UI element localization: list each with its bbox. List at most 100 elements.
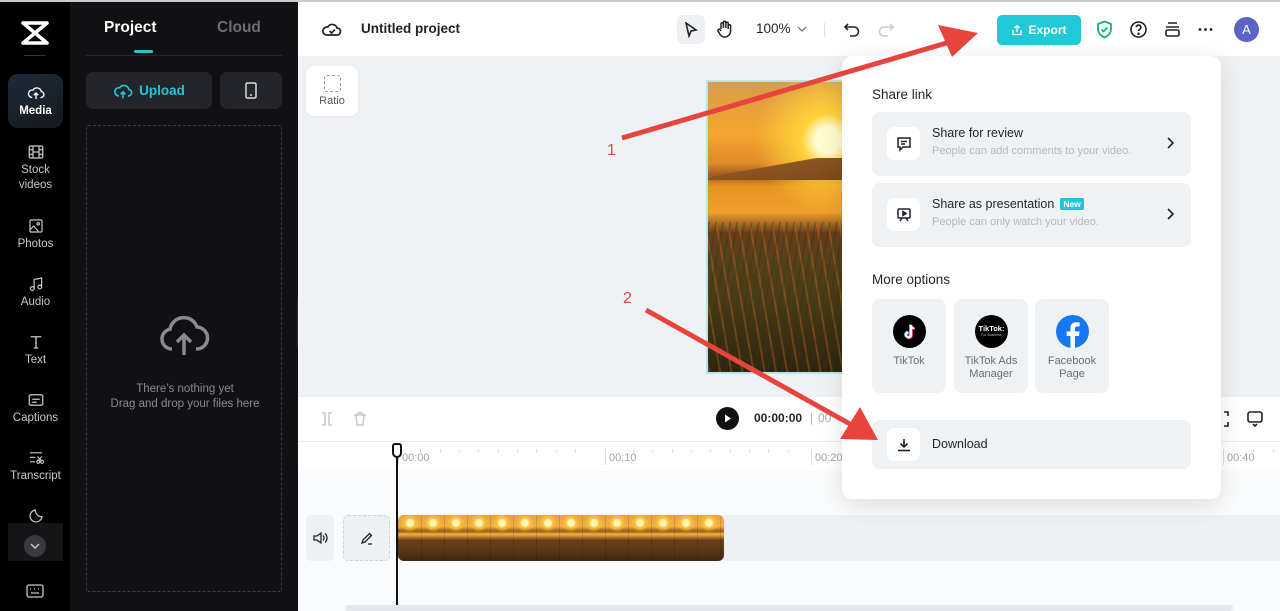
option-title: Share for review — [932, 126, 1024, 140]
download-option[interactable]: Download — [872, 420, 1191, 469]
ruler-tick — [1253, 449, 1254, 453]
user-avatar[interactable]: A — [1234, 17, 1259, 42]
ruler-tick — [517, 449, 518, 453]
current-time: 00:00:00 — [754, 411, 803, 425]
phone-icon — [245, 82, 257, 99]
expand-more-button[interactable] — [24, 535, 46, 557]
export-button[interactable]: Export — [997, 15, 1081, 45]
platform-facebook-page[interactable]: Facebook Page — [1035, 299, 1109, 393]
export-label: Export — [1028, 23, 1067, 37]
export-menu: Share link Share for review People can a… — [842, 56, 1221, 499]
playhead-handle[interactable] — [392, 443, 402, 458]
ruler-tick — [788, 449, 789, 453]
capcut-logo-icon — [21, 21, 49, 45]
media-panel: Project Cloud Upload There’s nothing yet… — [70, 2, 298, 611]
keyboard-shortcuts-icon[interactable] — [26, 584, 44, 598]
project-title[interactable]: Untitled project — [361, 21, 460, 36]
panel-tabs: Project Cloud — [86, 2, 282, 56]
platform-tiktok[interactable]: TikTok — [872, 299, 946, 393]
timeline-scrollbar[interactable] — [345, 605, 1233, 611]
sidebar-item-label: Audio — [20, 295, 51, 308]
pencil-icon — [360, 532, 372, 545]
play-icon — [724, 414, 731, 423]
icon-tile — [887, 127, 920, 160]
sidebar-item-transcript[interactable]: Transcript — [8, 439, 63, 493]
sidebar-item-stock-videos[interactable]: Stock videos — [8, 140, 63, 196]
sidebar-item-text[interactable]: Text — [8, 323, 63, 377]
zoom-dropdown[interactable]: 100% — [756, 21, 807, 36]
edit-cover-button[interactable] — [343, 515, 390, 561]
delete-icon[interactable] — [351, 410, 369, 428]
transcript-icon — [29, 451, 44, 464]
empty-title: There’s nothing yet — [136, 383, 234, 395]
logo-subtext: For Business — [981, 333, 1002, 337]
sidebar-item-photos[interactable]: Photos — [8, 207, 63, 261]
ruler-tick — [652, 449, 653, 453]
platform-label: TikTok — [893, 355, 925, 367]
download-label: Download — [932, 437, 988, 451]
playhead[interactable] — [396, 457, 398, 605]
ruler-tick — [575, 449, 576, 453]
tab-project[interactable]: Project — [104, 19, 157, 37]
share-as-presentation-option[interactable]: Share as presentation New People can onl… — [872, 183, 1191, 247]
upload-from-phone-button[interactable] — [220, 72, 282, 109]
chevron-right-icon — [1167, 208, 1175, 220]
clip-frame-dividers — [398, 515, 724, 561]
sidebar-item-audio[interactable]: Audio — [8, 265, 63, 319]
play-button[interactable] — [716, 407, 739, 430]
sidebar-item-captions[interactable]: Captions — [8, 381, 63, 435]
select-tool-button[interactable] — [677, 15, 705, 44]
logo-text: TikTok: — [978, 324, 1005, 333]
ruler-tick — [478, 449, 479, 453]
preview-image-grass — [708, 222, 844, 372]
split-icon[interactable] — [318, 410, 336, 428]
ruler-tick — [459, 449, 460, 453]
more-options-icon[interactable] — [1196, 20, 1215, 39]
ruler-tick — [730, 449, 731, 453]
ruler-tick — [1273, 449, 1274, 453]
upload-button[interactable]: Upload — [86, 72, 212, 109]
video-preview[interactable] — [706, 80, 846, 374]
zoom-value: 100% — [756, 21, 791, 36]
comment-icon — [896, 136, 911, 152]
pointer-icon — [684, 21, 698, 38]
share-for-review-option[interactable]: Share for review People can add comments… — [872, 112, 1191, 176]
upload-label: Upload — [139, 83, 185, 98]
ruler-tick — [556, 449, 557, 453]
cloud-saved-icon — [322, 23, 342, 36]
platform-tiktok-ads-manager[interactable]: TikTok: For Business TikTok Ads Manager — [954, 299, 1028, 393]
sidebar-item-label: Media — [19, 104, 52, 117]
chevron-right-icon — [1167, 137, 1175, 149]
ruler-tick — [633, 449, 634, 453]
music-note-icon — [29, 276, 42, 291]
undo-icon[interactable] — [843, 20, 861, 38]
redo-icon[interactable] — [877, 20, 895, 38]
share-link-heading: Share link — [872, 87, 933, 102]
ratio-label: Ratio — [319, 95, 345, 107]
shield-check-icon[interactable] — [1095, 20, 1114, 39]
preview-display-icon[interactable] — [1246, 410, 1264, 428]
tab-cloud[interactable]: Cloud — [217, 19, 261, 37]
help-icon[interactable] — [1129, 20, 1148, 39]
chevron-down-icon — [30, 543, 40, 549]
file-dropzone[interactable]: There’s nothing yet Drag and drop your f… — [86, 125, 282, 592]
video-clip[interactable] — [398, 515, 724, 561]
layers-icon[interactable] — [1163, 20, 1182, 39]
ratio-button[interactable]: Ratio — [306, 66, 358, 116]
cloud-upload-icon — [114, 84, 133, 98]
option-title-text: Share as presentation — [932, 197, 1055, 211]
total-duration: 00 — [818, 411, 832, 425]
sidebar-item-media[interactable]: Media — [8, 74, 63, 128]
toolbar-divider — [824, 23, 825, 37]
hand-tool-icon[interactable] — [715, 19, 735, 39]
track-mute-button[interactable] — [306, 515, 334, 561]
ruler-label: 00:00 — [402, 452, 430, 464]
more-options-heading: More options — [872, 272, 951, 287]
ruler-tick — [498, 449, 499, 453]
image-icon — [28, 218, 43, 233]
ruler-tick — [420, 449, 421, 453]
ruler-tick — [691, 449, 692, 453]
icon-tile — [887, 428, 920, 461]
option-subtitle: People can add comments to your video. — [932, 145, 1132, 157]
sidebar-item-label: Transcript — [10, 469, 61, 482]
